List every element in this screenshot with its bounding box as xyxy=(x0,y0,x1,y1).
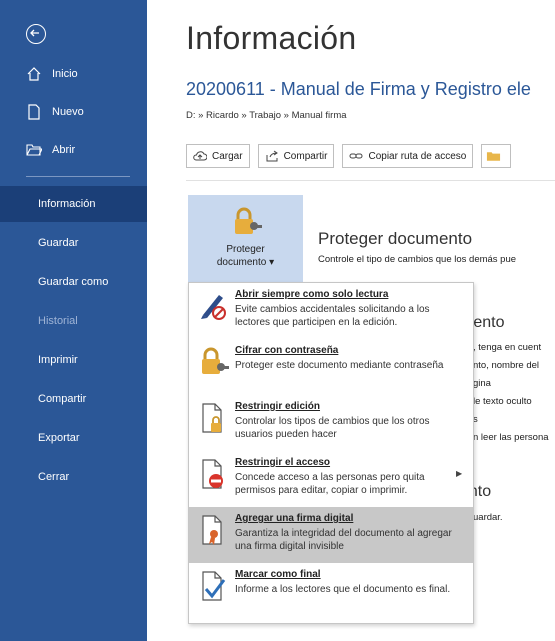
protect-document-menu: Abrir siempre como solo lectura Evite ca… xyxy=(188,282,474,624)
menu-item-title: Restringir edición xyxy=(235,401,321,412)
sidebar-item-label: Compartir xyxy=(38,393,87,405)
menu-item-encrypt[interactable]: Cifrar con contraseña Proteger este docu… xyxy=(189,339,473,395)
sidebar-divider xyxy=(26,176,130,177)
sidebar-item-nuevo[interactable]: Nuevo xyxy=(0,94,147,130)
sidebar-item-compartir[interactable]: Compartir xyxy=(0,381,147,417)
breadcrumb[interactable]: D: » Ricardo » Trabajo » Manual firma xyxy=(186,110,347,121)
section-divider xyxy=(186,180,555,181)
protect-document-button[interactable]: Proteger documento ▾ xyxy=(188,195,303,283)
link-icon xyxy=(349,153,363,159)
menu-item-read-only[interactable]: Abrir siempre como solo lectura Evite ca… xyxy=(189,283,473,339)
menu-item-mark-final[interactable]: Marcar como final Informe a los lectores… xyxy=(189,563,473,619)
menu-item-desc: Evite cambios accidentales solicitando a… xyxy=(235,304,430,328)
upload-button[interactable]: Cargar xyxy=(186,144,250,168)
sidebar-item-abrir[interactable]: Abrir xyxy=(0,132,147,168)
restrict-edit-icon xyxy=(202,403,222,433)
sidebar-item-label: Nuevo xyxy=(52,106,84,118)
new-doc-icon xyxy=(28,104,40,120)
inspect-line: nto, nombre del xyxy=(473,360,540,371)
menu-item-title: Cifrar con contraseña xyxy=(235,345,339,356)
sidebar-item-label: Imprimir xyxy=(38,354,78,366)
document-title: 20200611 - Manual de Firma y Registro el… xyxy=(186,79,531,99)
backstage-sidebar: Inicio Nuevo Abrir Información Guardar G… xyxy=(0,0,147,641)
open-location-button[interactable] xyxy=(481,144,512,168)
lock-key-icon xyxy=(234,207,262,234)
sidebar-item-imprimir[interactable]: Imprimir xyxy=(0,342,147,378)
sidebar-item-label: Guardar como xyxy=(38,276,109,288)
sidebar-item-guardar[interactable]: Guardar xyxy=(0,225,147,261)
pencil-icon xyxy=(201,295,226,320)
sidebar-item-guardar-como[interactable]: Guardar como xyxy=(0,264,147,300)
inspect-line: n leer las persona xyxy=(473,432,549,443)
protect-button-label: Proteger documento ▾ xyxy=(216,244,275,268)
upload-icon xyxy=(193,151,207,161)
sidebar-item-label: Inicio xyxy=(52,68,78,80)
menu-item-title: Agregar una firma digital xyxy=(235,513,354,524)
menu-item-desc: Controlar los tipos de cambios que los o… xyxy=(235,416,430,440)
menu-item-restrict-access[interactable]: Restringir el acceso Concede acceso a la… xyxy=(189,451,473,507)
action-toolbar: Cargar Compartir Copiar ruta de acceso xyxy=(186,144,512,168)
menu-item-digital-signature[interactable]: Agregar una firma digital Garantiza la i… xyxy=(189,507,473,563)
share-button[interactable]: Compartir xyxy=(257,144,335,168)
copy-path-button[interactable]: Copiar ruta de acceso xyxy=(342,144,474,168)
sidebar-item-label: Exportar xyxy=(38,432,80,444)
no-entry-icon xyxy=(202,459,223,489)
open-folder-icon xyxy=(26,144,42,156)
sidebar-item-exportar[interactable]: Exportar xyxy=(0,420,147,456)
page-title: Información xyxy=(186,20,357,56)
sidebar-item-label: Historial xyxy=(38,315,78,327)
sidebar-item-inicio[interactable]: Inicio xyxy=(0,56,147,92)
back-arrow-icon[interactable] xyxy=(26,24,46,44)
menu-item-desc: Concede acceso a las personas pero quita… xyxy=(235,472,425,496)
checkmark-doc-icon xyxy=(202,571,226,601)
menu-item-restrict-edit[interactable]: Restringir edición Controlar los tipos d… xyxy=(189,395,473,451)
inspect-line: gina xyxy=(473,378,491,389)
menu-item-title: Abrir siempre como solo lectura xyxy=(235,289,389,300)
inspect-line: , tenga en cuent xyxy=(473,342,542,353)
copy-path-button-label: Copiar ruta de acceso xyxy=(368,150,467,162)
protect-section-title: Proteger documento xyxy=(318,229,473,248)
menu-item-title: Marcar como final xyxy=(235,569,321,580)
menu-item-desc: Informe a los lectores que el documento … xyxy=(235,584,451,595)
sidebar-item-label: Cerrar xyxy=(38,471,70,483)
sidebar-item-label: Guardar xyxy=(38,237,79,249)
certificate-icon xyxy=(202,515,222,545)
sidebar-item-cerrar[interactable]: Cerrar xyxy=(0,459,147,495)
share-icon xyxy=(266,150,278,162)
home-icon xyxy=(27,67,41,81)
submenu-arrow-icon: ▶ xyxy=(456,469,463,478)
inspect-line: le texto oculto xyxy=(473,396,532,407)
protect-section-desc: Controle el tipo de cambios que los demá… xyxy=(318,254,517,265)
upload-button-label: Cargar xyxy=(212,150,243,162)
menu-item-desc: Proteger este documento mediante contras… xyxy=(235,360,444,371)
sidebar-item-informacion[interactable]: Información xyxy=(0,186,147,222)
share-button-label: Compartir xyxy=(283,150,328,162)
menu-item-desc: Garantiza la integridad del documento al… xyxy=(235,528,452,552)
sidebar-item-label: Información xyxy=(38,198,96,210)
versions-line: uardar. xyxy=(473,512,503,523)
sidebar-item-historial: Historial xyxy=(0,303,147,339)
lock-key-icon xyxy=(202,347,229,374)
folder-icon xyxy=(487,152,501,161)
sidebar-item-label: Abrir xyxy=(52,144,76,156)
menu-item-title: Restringir el acceso xyxy=(235,457,331,468)
